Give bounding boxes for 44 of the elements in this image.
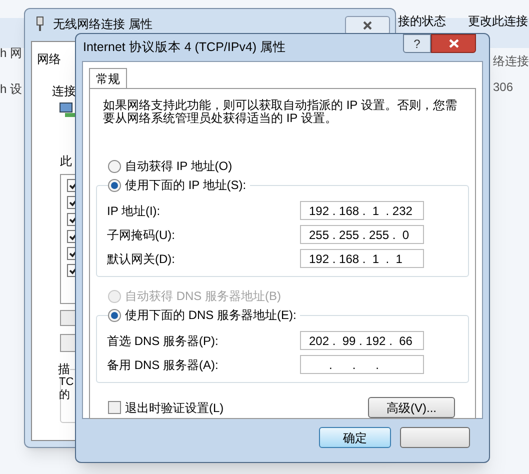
network-adapter-icon	[59, 102, 77, 118]
connection-text: 306	[493, 79, 514, 96]
help-button[interactable]: ?	[403, 34, 431, 53]
network-adapter-icon	[35, 16, 45, 32]
radio-label: 自动获得 DNS 服务器地址(B)	[125, 288, 281, 305]
checkbox-label: 退出时验证设置(L)	[125, 400, 224, 416]
group-title: 描	[58, 360, 70, 378]
connection-text: h 网	[0, 45, 22, 62]
window-title: 无线网络连接 属性	[53, 16, 152, 33]
radio-label: 使用下面的 DNS 服务器地址(E):	[125, 307, 296, 324]
description-text: TC	[59, 376, 74, 389]
radio-label: 使用下面的 IP 地址(S):	[125, 177, 246, 194]
section-label: 连接	[52, 83, 76, 100]
description-text: 如果网络支持此功能，则可以获取自动指派的 IP 设置。否则，您需要从网络系统管理员处获得适当的 IP 设置。	[102, 99, 458, 125]
field-label: 首选 DNS 服务器(P):	[107, 332, 218, 350]
advanced-button[interactable]: 高级(V)...	[368, 397, 455, 418]
description-text: 的	[59, 389, 71, 402]
radio-label: 自动获得 IP 地址(O)	[125, 158, 232, 175]
toolbar-link[interactable]: 接的状态	[398, 12, 446, 30]
close-icon	[363, 21, 372, 30]
connection-text: h 设	[0, 81, 22, 98]
ip-address-field[interactable]: 255 . 255 . 255 . 0	[300, 225, 424, 244]
close-icon	[448, 39, 458, 48]
tab[interactable]: 常规	[89, 68, 127, 88]
connection-text: 络连接	[493, 53, 529, 70]
field-label: 备用 DNS 服务器(A):	[107, 356, 218, 374]
dialog-button[interactable]	[400, 427, 470, 448]
radio-button[interactable]	[108, 308, 121, 322]
radio-button[interactable]	[108, 160, 121, 172]
ip-address-field[interactable]: 192 . 168 . 1 . 232	[300, 201, 424, 220]
ip-address-field[interactable]: 192 . 168 . 1 . 1	[300, 249, 424, 268]
field-label: 子网掩码(U):	[107, 226, 175, 244]
toolbar-link[interactable]: 更改此连接	[468, 12, 528, 30]
ok-button[interactable]: 确定	[319, 427, 391, 448]
window-title: Internet 协议版本 4 (TCP/IPv4) 属性	[83, 39, 286, 56]
field-label: IP 地址(I):	[107, 202, 160, 220]
radio-button[interactable]	[108, 178, 121, 192]
checkbox[interactable]	[108, 401, 121, 414]
close-button[interactable]	[431, 34, 476, 53]
tab[interactable]: 网络	[37, 50, 61, 68]
ip-address-field[interactable]: . . .	[300, 355, 424, 374]
field-label: 默认网关(D):	[107, 250, 175, 268]
ip-address-field[interactable]: 202 . 99 . 192 . 66	[300, 331, 424, 350]
section-label: 此	[60, 153, 72, 170]
